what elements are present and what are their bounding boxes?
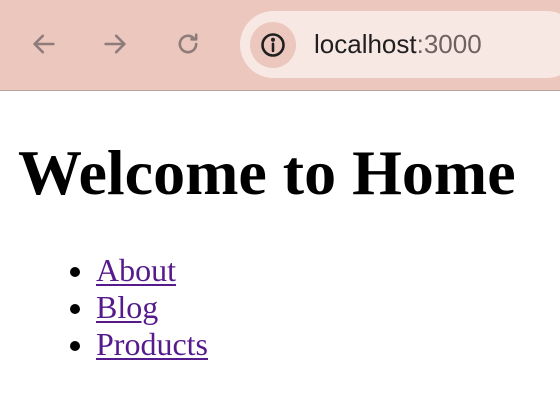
list-item: About bbox=[96, 252, 548, 289]
site-info-button[interactable] bbox=[250, 22, 296, 68]
address-bar[interactable]: localhost:3000 bbox=[240, 11, 560, 78]
about-link[interactable]: About bbox=[96, 252, 176, 288]
list-item: Products bbox=[96, 326, 548, 363]
forward-button[interactable] bbox=[95, 24, 135, 64]
url-text[interactable]: localhost:3000 bbox=[314, 28, 482, 60]
arrow-right-icon bbox=[104, 34, 126, 54]
list-item: Blog bbox=[96, 289, 548, 326]
blog-link[interactable]: Blog bbox=[96, 289, 158, 325]
info-icon bbox=[261, 33, 285, 57]
page-content: Welcome to Home About Blog Products bbox=[18, 91, 548, 363]
url-host: localhost bbox=[314, 29, 417, 59]
nav-link-list: About Blog Products bbox=[18, 252, 548, 363]
reload-button[interactable] bbox=[168, 24, 208, 64]
reload-icon bbox=[178, 33, 198, 54]
browser-toolbar: localhost:3000 bbox=[0, 0, 560, 91]
page-title: Welcome to Home bbox=[18, 137, 516, 208]
products-link[interactable]: Products bbox=[96, 326, 208, 362]
back-button[interactable] bbox=[24, 24, 64, 64]
url-port: :3000 bbox=[416, 29, 482, 59]
arrow-left-icon bbox=[33, 34, 55, 54]
